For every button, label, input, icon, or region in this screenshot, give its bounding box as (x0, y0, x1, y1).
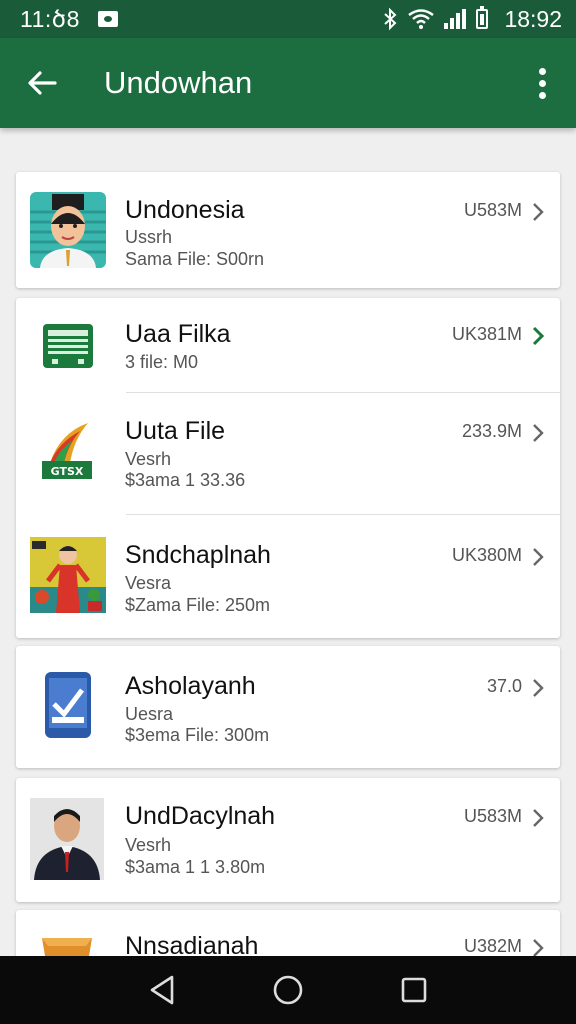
item-size: U583M (463, 200, 522, 220)
home-icon[interactable] (272, 974, 304, 1006)
chevron-right-icon (533, 809, 544, 827)
status-bar: 11:ծ8 18:92 (0, 0, 576, 38)
app-bar: Undowhan (0, 38, 576, 128)
item-title: Uaa Filka (125, 320, 231, 348)
status-icons: 18:92 (382, 6, 562, 33)
item-size: 233.9M (461, 421, 522, 441)
back-arrow-icon[interactable] (22, 63, 62, 103)
file-card: Nnsadianah U382M (16, 910, 560, 956)
list-item[interactable]: Undonesia Ussrh Sama File: S00rn U583M (16, 172, 560, 288)
item-title: UndDacylnah (125, 802, 276, 830)
chevron-right-icon (533, 424, 544, 442)
file-list: Undonesia Ussrh Sama File: S00rn U583M U… (0, 128, 576, 956)
item-file-info: Sama File: S00rn (125, 249, 265, 269)
item-size: U583M (463, 806, 522, 826)
item-size: UK381M (451, 324, 522, 344)
spreadsheet-icon (43, 324, 93, 368)
list-item[interactable]: UndDacylnah Vesrh $3ama 1 1 3.80m U583M (16, 778, 560, 902)
item-version: Uesra (125, 704, 174, 724)
item-title: Nnsadianah (125, 932, 259, 956)
status-clock: 18:92 (504, 5, 562, 32)
recents-icon[interactable] (400, 976, 428, 1004)
item-version: Vesrh (125, 835, 172, 855)
bluetooth-icon (384, 7, 397, 31)
item-title: Uuta File (125, 417, 226, 445)
item-size: 37.0 (486, 676, 522, 696)
signal-icon (444, 9, 467, 29)
list-item[interactable]: GTSX Uuta File Vesrh $3ama 1 33.36 233.9… (16, 393, 560, 515)
chevron-right-icon (532, 326, 544, 346)
chevron-right-icon (533, 203, 544, 221)
item-size: UK380M (451, 545, 522, 565)
navigation-bar (0, 956, 576, 1024)
cultural-poster-icon (30, 537, 106, 613)
wifi-icon (408, 9, 435, 29)
list-item[interactable]: Sndchaplnah Vesra $Zama File: 250m UK380… (16, 515, 560, 638)
app-title: Undowhan (104, 65, 253, 100)
item-file-info: $Zama File: 250m (125, 595, 271, 615)
item-file-info: 3 file: M0 (125, 352, 199, 372)
svg-text:GTSX: GTSX (51, 465, 84, 478)
image-notification-icon (97, 11, 118, 27)
item-version: Ussrh (125, 227, 173, 247)
flag-logo-icon: GTSX (42, 423, 92, 479)
file-card: Asholayanh Uesra $3ema File: 300m 37.0 (16, 646, 560, 768)
chevron-right-icon (533, 939, 544, 956)
item-title: Asholayanh (125, 672, 256, 700)
portrait-woman-icon (30, 192, 106, 268)
item-file-info: $3ama 1 33.36 (125, 470, 246, 490)
item-size: U382M (463, 936, 522, 956)
list-item[interactable]: Nnsadianah U382M (16, 910, 560, 956)
list-item[interactable]: Uaa Filka 3 file: M0 UK381M (16, 298, 560, 393)
file-card: Uaa Filka 3 file: M0 UK381M GTSX Uuta Fi… (16, 298, 560, 638)
item-version: Vesra (125, 573, 172, 593)
list-item[interactable]: Asholayanh Uesra $3ema File: 300m 37.0 (16, 646, 560, 768)
item-file-info: $3ama 1 1 3.80m (125, 857, 266, 877)
status-time: 11:ծ8 (20, 5, 80, 32)
box-icon (42, 938, 92, 956)
tablet-checkmark-icon (45, 672, 91, 738)
battery-icon (476, 6, 489, 29)
more-options-icon[interactable] (532, 63, 552, 103)
file-card: Undonesia Ussrh Sama File: S00rn U583M (16, 172, 560, 288)
back-icon[interactable] (148, 974, 176, 1006)
item-title: Undonesia (125, 196, 245, 224)
chevron-right-icon (533, 679, 544, 697)
item-file-info: $3ema File: 300m (125, 725, 270, 745)
item-version: Vesrh (125, 449, 172, 469)
file-card: UndDacylnah Vesrh $3ama 1 1 3.80m U583M (16, 778, 560, 902)
item-title: Sndchaplnah (125, 541, 271, 569)
chevron-right-icon (533, 548, 544, 566)
portrait-man-icon (30, 798, 104, 880)
